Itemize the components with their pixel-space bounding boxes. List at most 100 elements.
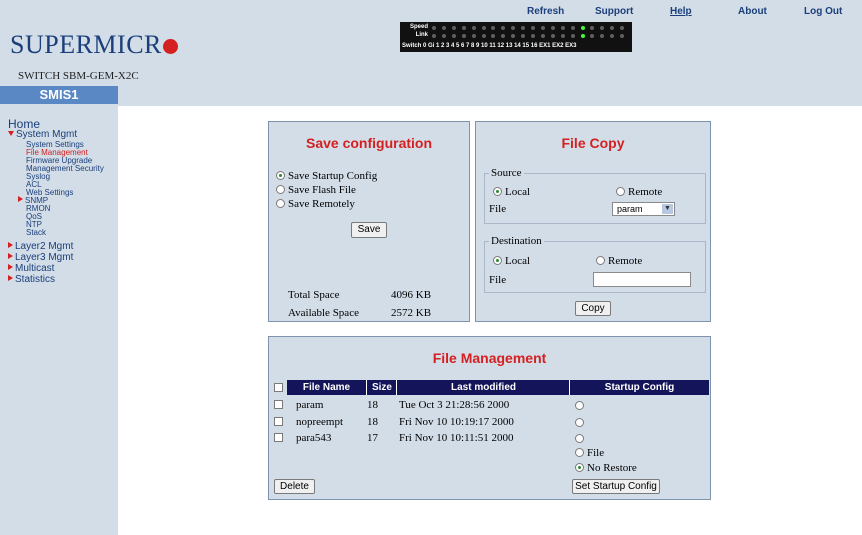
logo-dot-icon [162,39,178,54]
total-space-value: 4096 KB [391,289,432,301]
port-led-icon [600,34,605,38]
port-led-icon [521,34,526,38]
sidebar-item-layer2-mgmt[interactable]: Layer2 Mgmt [8,241,73,252]
source-local-option[interactable]: Local [493,186,530,198]
help-link[interactable]: Help [670,6,692,17]
radio-icon[interactable] [575,401,584,410]
row-startup-radio[interactable] [575,417,587,429]
save-startup-config-option[interactable]: Save Startup Config [276,170,377,182]
radio-icon[interactable] [575,448,584,457]
support-link[interactable]: Support [595,6,633,17]
startup-file-option[interactable]: File [575,447,604,459]
file-table-header: File Name Size Last modified Startup Con… [287,380,709,395]
port-led-icon [471,34,476,38]
sidebar-item-stack[interactable]: Stack [26,228,46,237]
port-led-icon [540,26,545,30]
save-configuration-title: Save configuration [305,135,433,151]
save-remotely-option[interactable]: Save Remotely [276,198,355,210]
col-file-name: File Name [302,382,351,393]
port-led-icon [610,26,615,30]
radio-icon[interactable] [575,434,584,443]
expanded-arrow-icon [8,131,14,136]
file-management-title: File Management [432,350,547,366]
port-led-icon [451,26,456,30]
dest-file-input[interactable] [593,272,691,287]
port-led-icon [491,26,496,30]
radio-selected-icon[interactable] [493,187,502,196]
port-led-icon [550,34,555,38]
port-led-icon [540,34,545,38]
collapsed-arrow-icon [8,253,13,259]
col-last-modified: Last modified [396,380,570,395]
port-labels: Switch 0 Gi 1 2 3 4 5 6 7 8 9 10 11 12 1… [402,43,577,49]
radio-icon[interactable] [575,418,584,427]
col-size: Size [366,380,397,395]
source-legend: Source [491,167,522,179]
row-checkbox[interactable] [274,400,283,409]
collapsed-arrow-icon [8,242,13,248]
port-led-icon [451,34,456,38]
port-led-icon [531,26,535,30]
row-startup-radio[interactable] [575,400,587,412]
port-led-icon [491,34,496,38]
dest-local-option[interactable]: Local [493,255,530,267]
copy-button[interactable]: Copy [575,301,611,316]
delete-button[interactable]: Delete [274,479,315,494]
port-led-icon [620,26,625,30]
port-led-icon [471,26,476,30]
row-modified: Tue Oct 3 21:28:56 2000 [399,399,510,411]
sidebar-item-layer3-mgmt[interactable]: Layer3 Mgmt [8,252,73,263]
refresh-link[interactable]: Refresh [527,6,564,17]
port-led-panel: Speed Link Switch 0 Gi 1 2 3 4 5 6 7 8 9… [400,22,632,52]
radio-selected-icon[interactable] [276,171,285,180]
source-file-select[interactable]: param ▼ [612,202,675,216]
col-startup-config: Startup Config [569,380,709,395]
port-led-icon [531,34,535,38]
logout-link[interactable]: Log Out [804,6,842,17]
radio-icon[interactable] [616,187,625,196]
select-all-checkbox[interactable] [274,383,283,392]
collapsed-arrow-icon [8,275,13,281]
no-restore-option[interactable]: No Restore [575,462,637,474]
system-name-banner: SMIS1 [0,86,118,104]
chevron-down-icon[interactable]: ▼ [662,204,673,214]
sidebar-item-statistics[interactable]: Statistics [8,274,55,285]
link-led-row: Link [400,32,632,40]
source-remote-option[interactable]: Remote [616,186,662,198]
top-nav: Refresh Support Help About Log Out [0,6,862,20]
port-led-icon [570,26,575,30]
save-button[interactable]: Save [351,222,387,238]
save-configuration-panel: Save configuration Save Startup Config S… [268,121,470,322]
port-led-icon [481,34,486,38]
collapsed-arrow-icon [18,196,23,202]
dest-remote-option[interactable]: Remote [596,255,642,267]
port-led-icon [610,34,615,38]
radio-selected-icon[interactable] [575,463,584,472]
total-space-label: Total Space [288,289,340,301]
row-startup-radio[interactable] [575,433,587,445]
radio-icon[interactable] [596,256,605,265]
file-copy-panel: File Copy Source Local Remote File param… [475,121,711,322]
about-link[interactable]: About [738,6,767,17]
sidebar-item-system-mgmt[interactable]: System Mgmt [8,129,77,140]
radio-icon[interactable] [276,185,285,194]
row-modified: Fri Nov 10 10:19:17 2000 [399,416,514,428]
row-checkbox[interactable] [274,417,283,426]
port-led-icon [461,26,466,30]
port-led-icon [620,34,625,38]
collapsed-arrow-icon [8,264,13,270]
port-led-icon [441,34,446,38]
set-startup-config-button[interactable]: Set Startup Config [572,479,660,494]
row-size: 18 [367,416,378,428]
source-file-label: File [489,203,507,215]
port-led-icon [511,26,516,30]
port-led-icon [580,34,585,38]
row-checkbox[interactable] [274,433,283,442]
sidebar-item-multicast[interactable]: Multicast [8,263,54,274]
destination-legend: Destination [491,235,542,247]
port-led-icon [461,34,466,38]
file-copy-title: File Copy [561,135,625,151]
radio-icon[interactable] [276,199,285,208]
radio-selected-icon[interactable] [493,256,502,265]
save-flash-file-option[interactable]: Save Flash File [276,184,356,196]
